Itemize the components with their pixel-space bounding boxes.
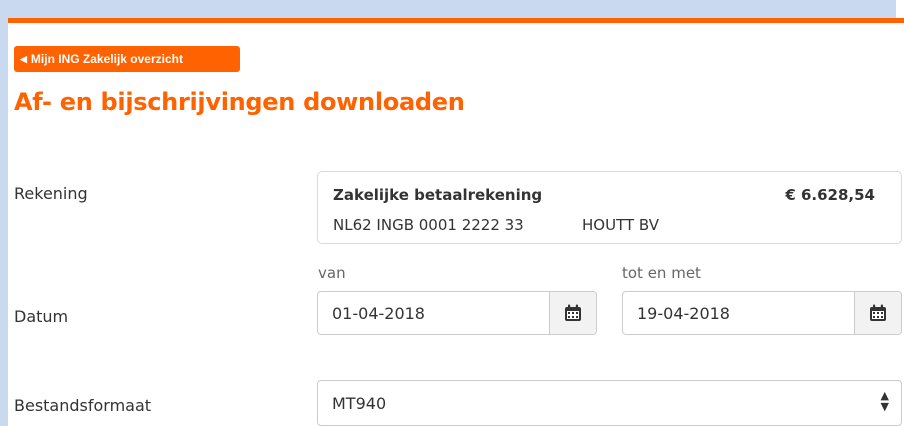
select-arrows-icon: ▲ ▼ bbox=[880, 389, 889, 413]
account-iban: NL62 INGB 0001 2222 33 bbox=[333, 216, 524, 234]
account-name: Zakelijke betaalrekening bbox=[333, 186, 543, 204]
file-format-selected-value: MT940 bbox=[332, 394, 387, 413]
account-balance: € 6.628,54 bbox=[785, 186, 875, 204]
date-from-field bbox=[317, 291, 597, 335]
window-top-background bbox=[0, 0, 896, 18]
file-format-select[interactable]: MT940 ▲ ▼ bbox=[317, 380, 902, 426]
date-to-field bbox=[622, 291, 902, 335]
date-from-calendar-button[interactable] bbox=[549, 292, 596, 334]
calendar-icon bbox=[565, 304, 581, 321]
date-to-calendar-button[interactable] bbox=[854, 292, 901, 334]
brand-orange-divider bbox=[8, 18, 904, 23]
caret-left-icon: ◀ bbox=[20, 53, 27, 64]
account-holder: HOUTT BV bbox=[582, 216, 659, 234]
date-label: Datum bbox=[14, 307, 69, 326]
date-from-input[interactable] bbox=[318, 292, 551, 334]
account-selector[interactable]: Zakelijke betaalrekening € 6.628,54 NL62… bbox=[317, 171, 902, 244]
back-to-overview-button[interactable]: ◀ Mijn ING Zakelijk overzicht bbox=[14, 46, 240, 72]
date-from-label: van bbox=[318, 264, 346, 282]
date-to-input[interactable] bbox=[623, 292, 856, 334]
account-label: Rekening bbox=[14, 184, 88, 203]
calendar-icon bbox=[870, 304, 886, 321]
file-format-label: Bestandsformaat bbox=[14, 396, 152, 415]
back-button-label: Mijn ING Zakelijk overzicht bbox=[30, 52, 183, 66]
page-title: Af- en bijschrijvingen downloaden bbox=[14, 88, 465, 116]
date-to-label: tot en met bbox=[622, 264, 701, 282]
